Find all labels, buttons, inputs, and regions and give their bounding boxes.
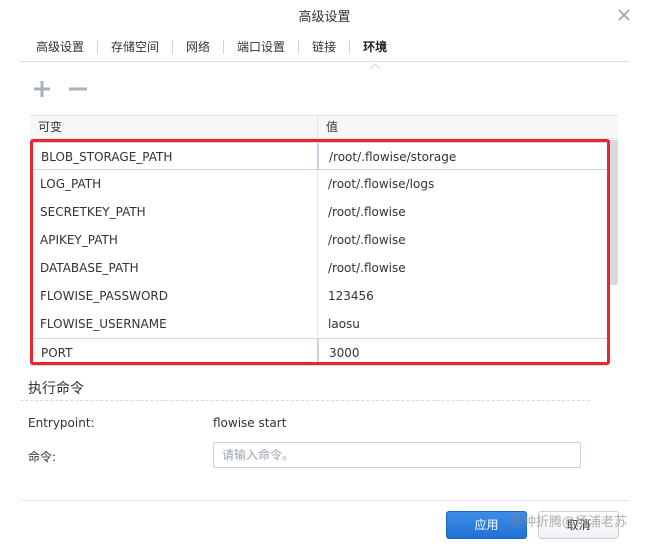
footer-divider <box>20 500 629 501</box>
env-key-cell[interactable]: BLOB_STORAGE_PATH <box>30 142 318 170</box>
entrypoint-label: Entrypoint: <box>28 416 95 430</box>
apply-button[interactable]: 应用 <box>446 511 527 539</box>
tab-advanced-settings[interactable]: 高级设置 <box>20 40 97 54</box>
env-value-cell[interactable]: 3000 <box>318 338 608 366</box>
table-row[interactable]: PORT 3000 <box>30 338 608 366</box>
exec-section-title: 执行命令 <box>28 381 84 397</box>
env-value-cell[interactable]: /root/.flowise/logs <box>318 170 608 198</box>
table-row[interactable]: APIKEY_PATH /root/.flowise <box>30 226 608 254</box>
header-value[interactable]: 值 <box>318 116 602 138</box>
table-row[interactable]: FLOWISE_USERNAME laosu <box>30 310 608 338</box>
close-icon[interactable] <box>615 6 633 24</box>
env-toolbar <box>30 78 90 100</box>
tab-environment[interactable]: 环境 <box>349 40 400 70</box>
env-key-cell[interactable]: FLOWISE_USERNAME <box>30 310 318 338</box>
tab-links[interactable]: 链接 <box>298 40 349 54</box>
env-value-cell[interactable]: /root/.flowise/storage <box>318 142 608 170</box>
table-row[interactable]: LOG_PATH /root/.flowise/logs <box>30 170 608 198</box>
table-row[interactable]: BLOB_STORAGE_PATH /root/.flowise/storage <box>30 142 608 170</box>
env-value-cell[interactable]: /root/.flowise <box>318 254 608 282</box>
dialog-title: 高级设置 <box>298 10 351 25</box>
env-value-cell[interactable]: laosu <box>318 310 608 338</box>
entrypoint-value: flowise start <box>213 416 287 430</box>
cancel-button[interactable]: 取消 <box>538 511 619 539</box>
env-key-cell[interactable]: APIKEY_PATH <box>30 226 318 254</box>
table-row[interactable]: DATABASE_PATH /root/.flowise <box>30 254 608 282</box>
env-value-cell[interactable]: 123456 <box>318 282 608 310</box>
env-key-cell[interactable]: FLOWISE_PASSWORD <box>30 282 318 310</box>
env-key-cell[interactable]: DATABASE_PATH <box>30 254 318 282</box>
command-input[interactable] <box>213 442 581 468</box>
table-row[interactable]: FLOWISE_PASSWORD 123456 <box>30 282 608 310</box>
command-label: 命令: <box>28 450 57 464</box>
table-row[interactable]: SECRETKEY_PATH /root/.flowise <box>30 198 608 226</box>
env-key-cell[interactable]: PORT <box>30 338 318 366</box>
tab-port-settings[interactable]: 端口设置 <box>223 40 298 54</box>
env-value-cell[interactable]: /root/.flowise <box>318 226 608 254</box>
table-scrollbar[interactable] <box>608 140 618 285</box>
env-table: 可变 值 BLOB_STORAGE_PATH /root/.flowise/st… <box>30 115 618 366</box>
plus-icon[interactable] <box>30 78 54 100</box>
env-table-rows: BLOB_STORAGE_PATH /root/.flowise/storage… <box>30 142 608 366</box>
env-table-header: 可变 值 <box>30 116 618 139</box>
header-key[interactable]: 可变 <box>30 116 318 138</box>
tab-bar: 高级设置 存储空间 网络 端口设置 链接 环境 <box>20 33 629 70</box>
env-value-cell[interactable]: /root/.flowise <box>318 198 608 226</box>
tab-storage[interactable]: 存储空间 <box>97 40 172 54</box>
tab-network[interactable]: 网络 <box>172 40 223 54</box>
minus-icon[interactable] <box>66 78 90 100</box>
env-key-cell[interactable]: SECRETKEY_PATH <box>30 198 318 226</box>
env-key-cell[interactable]: LOG_PATH <box>30 170 318 198</box>
section-divider <box>20 400 590 401</box>
